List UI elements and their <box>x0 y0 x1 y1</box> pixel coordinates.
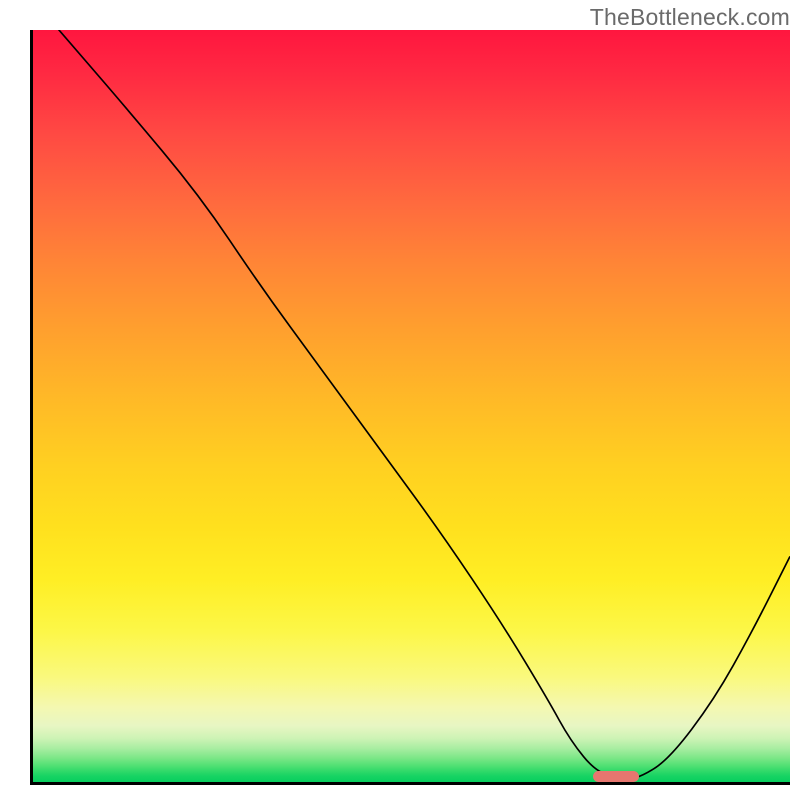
curve-path <box>33 30 790 778</box>
plot-frame <box>30 30 790 785</box>
watermark-text: TheBottleneck.com <box>590 4 790 31</box>
optimal-range-marker <box>593 771 638 782</box>
plot-area <box>33 30 790 782</box>
bottleneck-chart: TheBottleneck.com <box>0 0 800 800</box>
bottleneck-curve <box>33 30 790 782</box>
